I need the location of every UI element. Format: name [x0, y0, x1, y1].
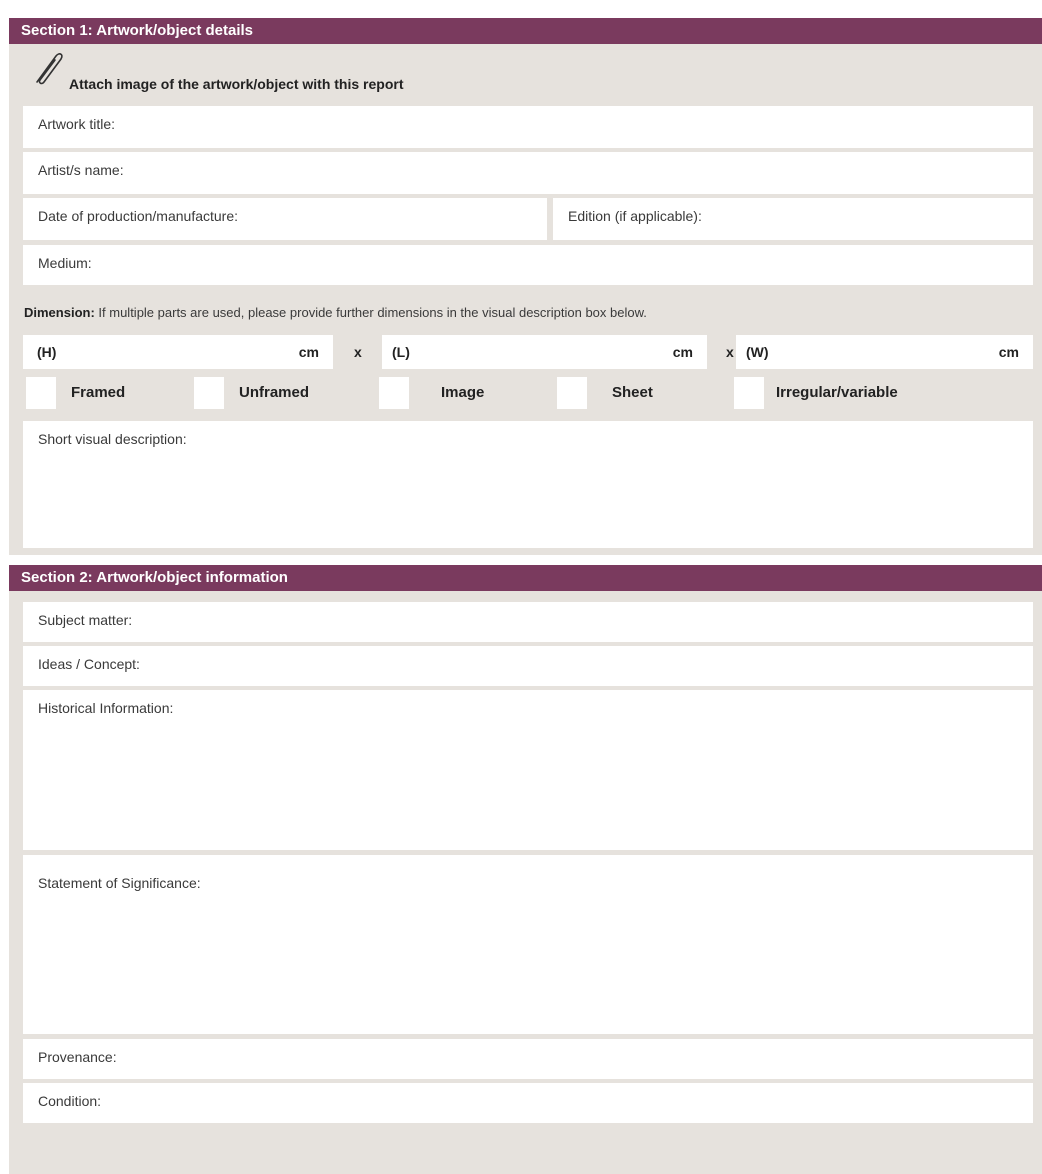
paperclip-icon — [36, 53, 63, 85]
subject-matter-field[interactable]: Subject matter: — [23, 602, 1033, 642]
section-artwork-information: Section 2: Artwork/object information Su… — [9, 565, 1042, 1174]
unframed-label: Unframed — [239, 384, 310, 401]
medium-label: Medium: — [38, 255, 92, 271]
sheet-label: Sheet — [612, 384, 653, 401]
condition-field[interactable]: Condition: — [23, 1083, 1033, 1123]
section-artwork-details: Section 1: Artwork/object details Attach… — [9, 18, 1042, 555]
image-checkbox[interactable] — [379, 377, 409, 409]
height-unit: cm — [298, 344, 319, 360]
length-field[interactable]: (L) cm — [382, 335, 707, 369]
subject-matter-label: Subject matter: — [38, 612, 133, 628]
image-label: Image — [441, 384, 485, 401]
historical-information-label: Historical Information: — [38, 700, 174, 716]
framed-checkbox[interactable] — [26, 377, 56, 409]
width-unit: cm — [998, 344, 1019, 360]
width-field[interactable]: (W) cm — [736, 335, 1033, 369]
length-unit: cm — [672, 344, 693, 360]
short-visual-description-label: Short visual description: — [38, 431, 187, 447]
provenance-label: Provenance: — [38, 1049, 117, 1065]
medium-field[interactable]: Medium: — [23, 245, 1033, 285]
statement-of-significance-field[interactable]: Statement of Significance: — [23, 855, 1033, 1034]
dimension-note: Dimension: If multiple parts are used, p… — [24, 305, 647, 320]
ideas-concept-field[interactable]: Ideas / Concept: — [23, 646, 1033, 686]
framed-label: Framed — [71, 384, 126, 401]
attach-image-label: Attach image of the artwork/object with … — [69, 76, 404, 92]
date-of-production-field[interactable]: Date of production/manufacture: — [23, 198, 547, 240]
times-sign-2: x — [726, 344, 734, 360]
unframed-checkbox[interactable] — [194, 377, 224, 409]
dimension-label: Dimension: — [24, 305, 95, 320]
artwork-title-label: Artwork title: — [38, 116, 116, 132]
sheet-checkbox[interactable] — [557, 377, 587, 409]
artist-name-label: Artist/s name: — [38, 162, 124, 178]
condition-label: Condition: — [38, 1093, 102, 1109]
height-field[interactable]: (H) cm — [23, 335, 333, 369]
historical-information-field[interactable]: Historical Information: — [23, 690, 1033, 850]
times-sign-1: x — [354, 344, 362, 360]
date-of-production-label: Date of production/manufacture: — [38, 208, 239, 224]
irregular-checkbox[interactable] — [734, 377, 764, 409]
edition-label: Edition (if applicable): — [568, 208, 702, 224]
artist-name-field[interactable]: Artist/s name: — [23, 152, 1033, 194]
dimension-instructions: If multiple parts are used, please provi… — [94, 305, 647, 320]
ideas-concept-label: Ideas / Concept: — [38, 656, 140, 672]
height-label: (H) — [37, 344, 57, 360]
short-visual-description-field[interactable]: Short visual description: — [23, 421, 1033, 548]
length-label: (L) — [392, 344, 410, 360]
edition-field[interactable]: Edition (if applicable): — [553, 198, 1033, 240]
statement-of-significance-label: Statement of Significance: — [38, 875, 201, 891]
irregular-label: Irregular/variable — [776, 384, 898, 401]
section-2-header: Section 2: Artwork/object information — [9, 565, 1042, 591]
section-1-header: Section 1: Artwork/object details — [9, 18, 1042, 44]
provenance-field[interactable]: Provenance: — [23, 1039, 1033, 1079]
width-label: (W) — [746, 344, 769, 360]
artwork-title-field[interactable]: Artwork title: — [23, 106, 1033, 148]
